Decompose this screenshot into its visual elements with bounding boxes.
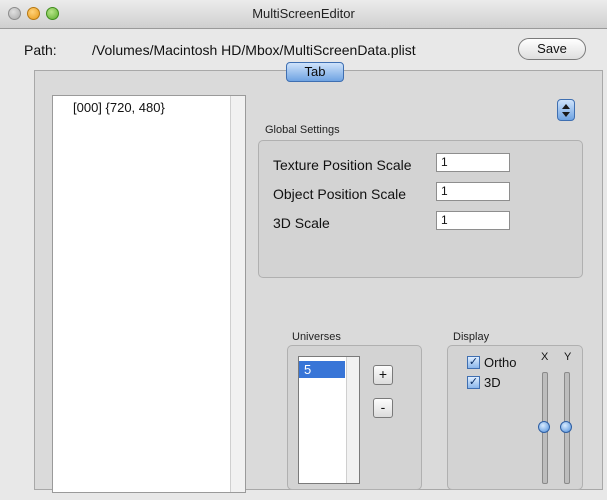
object-position-scale-label: Object Position Scale — [273, 186, 407, 202]
y-slider-knob[interactable] — [560, 421, 572, 433]
3d-label: 3D — [484, 375, 501, 390]
path-value: /Volumes/Macintosh HD/Mbox/MultiScreenDa… — [92, 42, 416, 58]
popup-stepper-icon[interactable] — [557, 99, 575, 121]
texture-position-scale-label: Texture Position Scale — [273, 157, 412, 173]
title-bar: MultiScreenEditor — [0, 0, 607, 29]
x-slider-knob[interactable] — [538, 421, 550, 433]
object-position-scale-field[interactable]: 1 — [436, 182, 510, 201]
screen-list[interactable]: [000] {720, 480} — [52, 95, 246, 493]
chevron-down-icon — [562, 112, 570, 117]
app-window: MultiScreenEditor Path: /Volumes/Macinto… — [0, 0, 607, 500]
save-button[interactable]: Save — [518, 38, 586, 60]
list-item[interactable]: [000] {720, 480} — [73, 100, 165, 115]
y-axis-label: Y — [564, 351, 572, 363]
universes-title: Universes — [292, 331, 341, 343]
3d-scale-label: 3D Scale — [273, 215, 330, 231]
add-universe-button[interactable]: + — [373, 365, 393, 385]
x-axis-label: X — [541, 351, 549, 363]
path-label: Path: — [24, 42, 57, 58]
texture-position-scale-field[interactable]: 1 — [436, 153, 510, 172]
3d-checkbox[interactable]: ✓ — [467, 376, 480, 389]
remove-universe-button[interactable]: - — [373, 398, 393, 418]
window-title: MultiScreenEditor — [252, 6, 355, 21]
global-settings-title: Global Settings — [265, 124, 340, 136]
ortho-label: Ortho — [484, 355, 517, 370]
3d-scale-field[interactable]: 1 — [436, 211, 510, 230]
list-item[interactable]: 5 — [299, 361, 345, 378]
universes-list-scrollbar[interactable] — [346, 357, 359, 483]
screen-list-scrollbar[interactable] — [230, 96, 245, 492]
ortho-checkbox[interactable]: ✓ — [467, 356, 480, 369]
universes-list[interactable]: 5 — [298, 356, 360, 484]
chevron-up-icon — [562, 104, 570, 109]
tab-button[interactable]: Tab — [286, 62, 344, 82]
display-title: Display — [453, 331, 490, 343]
